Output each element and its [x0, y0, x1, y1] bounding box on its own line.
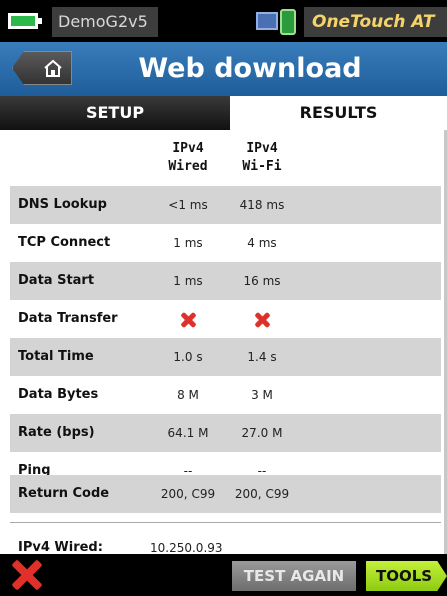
divider	[10, 522, 441, 523]
row-label: Data Start	[18, 273, 95, 288]
interface-label: IPv4 Wired:	[18, 540, 103, 554]
row-label: DNS Lookup	[18, 197, 107, 212]
column-header-wifi: IPv4 Wi-Fi	[226, 140, 298, 180]
home-button[interactable]	[12, 51, 72, 85]
result-row-data-transfer: Data Transfer	[10, 300, 441, 338]
result-row-data-bytes: Data Bytes 8 M 3 M	[10, 376, 441, 414]
result-row-data-start: Data Start 1 ms 16 ms	[10, 262, 441, 300]
tab-results[interactable]: RESULTS	[230, 96, 447, 130]
device-name[interactable]: DemoG2v5	[52, 7, 158, 37]
column-header-line: IPv4	[246, 141, 278, 156]
wifi-value: 200, C99	[234, 487, 290, 501]
wifi-value: 3 M	[251, 388, 273, 402]
interface-address: 10.250.0.93	[150, 541, 223, 554]
title-bar: Web download	[0, 42, 447, 96]
row-label: Return Code	[18, 486, 110, 501]
row-label: Total Time	[18, 349, 94, 364]
wired-status	[152, 300, 224, 338]
wired-value: 200, C99	[160, 487, 216, 501]
column-header-wired: IPv4 Wired	[152, 140, 224, 180]
results-panel[interactable]: IPv4 Wired IPv4 Wi-Fi DNS Lookup <1 ms 4…	[0, 130, 447, 554]
wired-value: 1 ms	[173, 274, 203, 288]
column-header-line: Wi-Fi	[242, 159, 282, 174]
wired-value: 1 ms	[173, 236, 203, 250]
wifi-value: 16 ms	[243, 274, 281, 288]
column-header-line: IPv4	[172, 141, 204, 156]
tools-button[interactable]: TOOLS	[366, 561, 447, 591]
tab-bar: SETUP RESULTS	[0, 96, 447, 130]
wifi-value: 1.4 s	[247, 350, 277, 364]
column-header-line: Wired	[168, 159, 208, 174]
status-bar: DemoG2v5 OneTouch AT G2	[0, 0, 447, 62]
battery-icon	[8, 13, 42, 29]
result-row-return-code: Return Code 200, C99 200, C99	[10, 475, 441, 513]
cancel-icon[interactable]	[10, 559, 44, 591]
network-status-icon[interactable]	[256, 9, 302, 35]
wifi-value: 4 ms	[247, 236, 277, 250]
home-icon	[44, 59, 62, 77]
result-row-tcp-connect: TCP Connect 1 ms 4 ms	[10, 224, 441, 262]
result-row-total-time: Total Time 1.0 s 1.4 s	[10, 338, 441, 376]
bottom-toolbar: TEST AGAIN TOOLS	[0, 554, 447, 596]
wired-value: <1 ms	[168, 198, 208, 212]
fail-icon	[254, 312, 270, 328]
page-title: Web download	[138, 53, 362, 84]
wired-value: 8 M	[177, 388, 199, 402]
wired-value: 64.1 M	[167, 426, 209, 440]
product-name: OneTouch AT G2	[304, 7, 447, 62]
wifi-value: 27.0 M	[241, 426, 283, 440]
row-label: Rate (bps)	[18, 425, 95, 440]
wired-value: 1.0 s	[173, 350, 203, 364]
row-label: Data Bytes	[18, 387, 99, 402]
row-label: Data Transfer	[18, 311, 118, 326]
fail-icon	[180, 312, 196, 328]
result-row-dns-lookup: DNS Lookup <1 ms 418 ms	[10, 186, 441, 224]
wifi-value: 418 ms	[239, 198, 285, 212]
wifi-status	[226, 300, 298, 338]
row-label: TCP Connect	[18, 235, 111, 250]
test-again-button[interactable]: TEST AGAIN	[232, 561, 356, 591]
tab-setup[interactable]: SETUP	[0, 96, 230, 130]
result-row-rate: Rate (bps) 64.1 M 27.0 M	[10, 414, 441, 452]
